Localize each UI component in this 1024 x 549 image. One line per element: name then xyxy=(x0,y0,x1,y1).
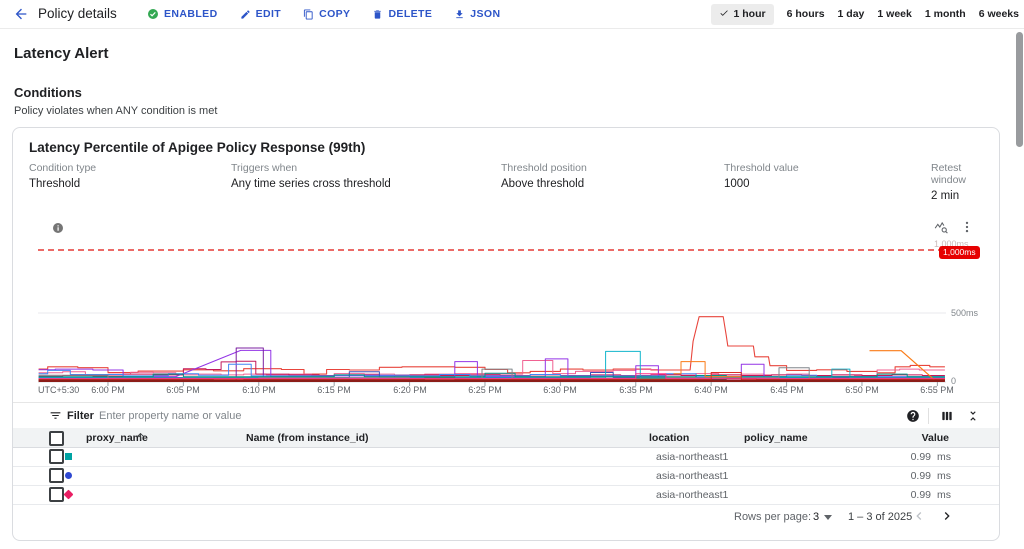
cell-value: 0.99 xyxy=(910,451,931,463)
scrollbar-thumb[interactable] xyxy=(1016,32,1023,147)
time-range-1-hour[interactable]: 1 hour xyxy=(710,3,774,25)
edit-button[interactable]: EDIT xyxy=(240,8,282,20)
chart-explore-icon[interactable] xyxy=(934,220,948,234)
alert-title: Latency Alert xyxy=(14,45,109,62)
policy-details-page: Policy details ENABLED EDIT COPY DELETE JSON… xyxy=(0,0,1024,549)
dropdown-arrow-icon xyxy=(824,514,833,520)
cell-unit: ms xyxy=(937,489,951,501)
col-name[interactable]: Name (from instance_id) xyxy=(246,432,369,444)
series-marker-diamond xyxy=(63,489,74,500)
col-value[interactable]: Value xyxy=(922,432,949,444)
timezone-label: UTC+5:30 xyxy=(38,385,80,395)
x-axis-tick-label: 6:25 PM xyxy=(468,385,502,395)
copy-button[interactable]: COPY xyxy=(303,8,350,20)
time-range-6-weeks[interactable]: 6 weeks xyxy=(979,8,1019,20)
time-range-6-hours[interactable]: 6 hours xyxy=(787,8,825,20)
time-range-selector: 1 hour 6 hours 1 day 1 week 1 month 6 weeks xyxy=(710,0,1019,28)
download-icon xyxy=(454,9,465,20)
time-range-1-month[interactable]: 1 month xyxy=(925,8,966,20)
threshold-badge: 1,000ms xyxy=(939,246,980,259)
time-range-1-day[interactable]: 1 day xyxy=(838,8,865,20)
check-circle-icon xyxy=(147,8,159,20)
series-marker-square xyxy=(65,453,72,460)
copy-icon xyxy=(303,8,314,20)
page-title: Policy details xyxy=(38,6,117,21)
x-axis-tick-label: 6:10 PM xyxy=(242,385,276,395)
sort-ascending-icon[interactable] xyxy=(135,431,146,445)
condition-card: Latency Percentile of Apigee Policy Resp… xyxy=(12,127,1000,541)
x-axis-tick-label: 6:35 PM xyxy=(619,385,653,395)
enabled-button[interactable]: ENABLED xyxy=(147,8,218,20)
table-header: proxy_name Name (from instance_id) locat… xyxy=(13,428,999,448)
filter-bar: Filter xyxy=(13,402,999,430)
y-axis-label-500: 500ms xyxy=(951,308,979,318)
rows-per-page-label: Rows per page: xyxy=(734,511,812,523)
collapse-icon[interactable] xyxy=(966,409,980,423)
cell-value: 0.99 xyxy=(910,489,931,501)
conditions-note: Policy violates when ANY condition is me… xyxy=(14,105,218,117)
series-marker-circle xyxy=(65,472,72,479)
check-icon xyxy=(719,8,729,21)
x-axis-tick-label: 6:50 PM xyxy=(845,385,879,395)
table-row[interactable]: asia-northeast1 0.99 ms xyxy=(13,485,999,505)
cell-unit: ms xyxy=(937,470,951,482)
json-button[interactable]: JSON xyxy=(454,8,500,20)
x-axis-tick-label: 6:40 PM xyxy=(694,385,728,395)
help-icon[interactable] xyxy=(906,409,920,423)
chart-kebab-menu-icon[interactable] xyxy=(960,220,974,234)
table-row[interactable]: asia-northeast1 0.99 ms xyxy=(13,466,999,486)
x-axis-tick-label: 6:30 PM xyxy=(543,385,577,395)
toolbar-actions: ENABLED EDIT COPY DELETE JSON xyxy=(147,0,500,28)
delete-button[interactable]: DELETE xyxy=(372,8,432,20)
trash-icon xyxy=(372,9,383,20)
column-settings-icon[interactable] xyxy=(940,409,954,423)
x-axis-tick-label: 6:55 PM xyxy=(920,385,954,395)
col-location[interactable]: location xyxy=(649,432,689,444)
time-range-1-week[interactable]: 1 week xyxy=(877,8,911,20)
x-axis-tick-label: 6:00 PM xyxy=(91,385,125,395)
chart-series-red-main xyxy=(38,316,945,375)
filter-label: Filter xyxy=(67,410,94,422)
row-checkbox[interactable] xyxy=(49,449,64,464)
x-axis-tick-label: 6:20 PM xyxy=(393,385,427,395)
back-arrow-icon[interactable] xyxy=(13,6,29,22)
cell-location: asia-northeast1 xyxy=(656,470,729,482)
filter-funnel-icon xyxy=(49,409,62,427)
x-axis-tick-label: 6:45 PM xyxy=(770,385,804,395)
table-row[interactable]: asia-northeast1 0.99 ms xyxy=(13,447,999,467)
rows-per-page-select[interactable]: 3 xyxy=(813,511,833,523)
cell-value: 0.99 xyxy=(910,470,931,482)
cell-location: asia-northeast1 xyxy=(656,451,729,463)
conditions-heading: Conditions xyxy=(14,85,82,100)
cell-location: asia-northeast1 xyxy=(656,489,729,501)
row-checkbox[interactable] xyxy=(49,468,64,483)
info-icon[interactable] xyxy=(52,221,64,233)
page-range: 1 – 3 of 2025 xyxy=(848,511,913,523)
x-axis-tick-label: 6:15 PM xyxy=(317,385,351,395)
filter-input[interactable] xyxy=(97,406,661,426)
top-toolbar: Policy details ENABLED EDIT COPY DELETE JSON… xyxy=(0,0,1024,29)
filter-divider xyxy=(928,408,929,424)
col-policy-name[interactable]: policy_name xyxy=(744,432,808,444)
x-axis-tick-label: 6:05 PM xyxy=(166,385,200,395)
next-page-icon[interactable] xyxy=(939,508,955,524)
pagination-bar: Rows per page: 3 1 – 3 of 2025 xyxy=(13,504,999,529)
cell-unit: ms xyxy=(937,451,951,463)
select-all-checkbox[interactable] xyxy=(49,431,64,446)
row-checkbox[interactable] xyxy=(49,487,64,502)
previous-page-icon[interactable] xyxy=(911,508,927,524)
pencil-icon xyxy=(240,9,251,20)
